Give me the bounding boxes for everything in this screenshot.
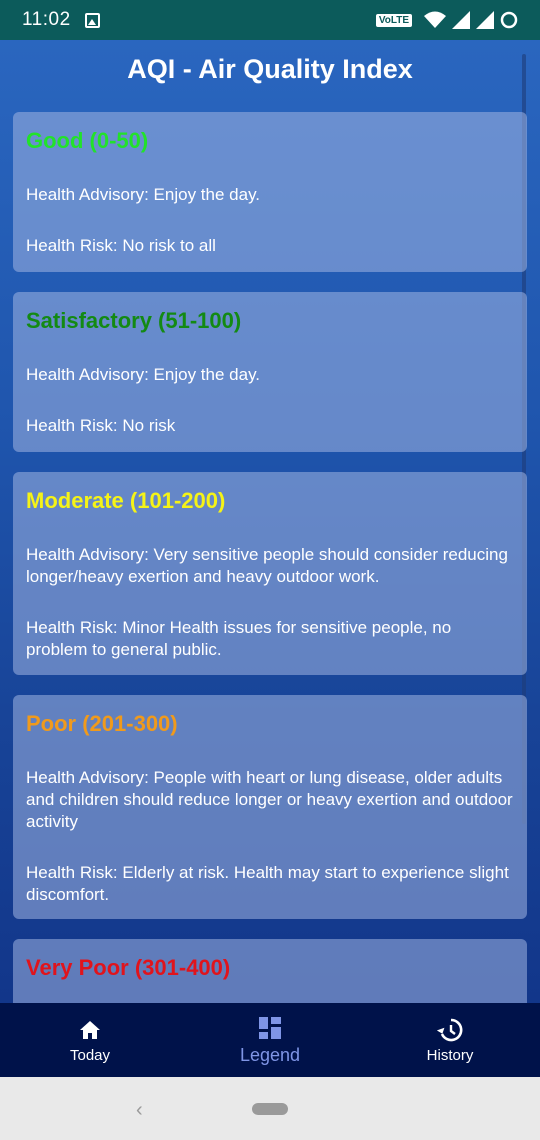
health-risk: Health Risk: Minor Health issues for sen… [26, 618, 452, 659]
status-time: 11:02 [22, 9, 71, 30]
history-icon [437, 1017, 463, 1043]
aqi-card-good: Good (0-50) Health Advisory: Enjoy the d… [13, 112, 527, 272]
signal-icon [452, 11, 470, 29]
aqi-card-satisfactory: Satisfactory (51-100) Health Advisory: E… [13, 292, 527, 452]
nav-item-history[interactable]: History [360, 1003, 540, 1077]
nav-item-today[interactable]: Today [0, 1003, 180, 1077]
card-title: Satisfactory (51-100) [26, 308, 242, 333]
status-icons: VoLTE [375, 11, 518, 29]
wifi-icon [424, 11, 446, 28]
card-title: Very Poor (301-400) [26, 955, 231, 980]
nav-item-legend[interactable]: Legend [180, 1003, 360, 1077]
nav-label-history: History [426, 1046, 474, 1064]
health-advisory: Health Advisory: Enjoy the day. [26, 365, 261, 384]
health-risk: Health Risk: Elderly at risk. Health may… [26, 863, 509, 904]
status-bar: 11:02 VoLTE [0, 0, 540, 40]
health-advisory: Health Advisory: People with heart or lu… [26, 768, 513, 831]
home-pill-icon[interactable] [252, 1103, 288, 1115]
bottom-navigation: Today Legend History [0, 1003, 540, 1077]
aqi-card-very-poor: Very Poor (301-400) [13, 939, 527, 1003]
health-advisory: Health Advisory: Very sensitive people s… [26, 545, 508, 586]
image-icon [84, 12, 100, 28]
health-risk: Health Risk: No risk to all [26, 236, 216, 255]
page-title: AQI - Air Quality Index [127, 54, 413, 84]
aqi-card-poor: Poor (201-300) Health Advisory: People w… [13, 695, 527, 919]
nav-label-legend: Legend [239, 1044, 301, 1065]
card-title: Poor (201-300) [26, 711, 178, 736]
back-icon[interactable]: ‹ [136, 1099, 143, 1122]
system-navigation-bar: ‹ [0, 1077, 540, 1140]
card-title: Good (0-50) [26, 128, 149, 153]
home-icon [79, 1017, 101, 1043]
volte-icon: VoLTE [375, 13, 412, 27]
circle-icon [500, 11, 518, 29]
dashboard-icon [259, 1015, 281, 1041]
main-content[interactable]: AQI - Air Quality Index Good (0-50) Heal… [0, 40, 540, 1003]
health-advisory: Health Advisory: Enjoy the day. [26, 185, 261, 204]
card-title: Moderate (101-200) [26, 488, 226, 513]
nav-label-today: Today [69, 1046, 111, 1064]
aqi-card-moderate: Moderate (101-200) Health Advisory: Very… [13, 472, 527, 675]
health-risk: Health Risk: No risk [26, 416, 176, 435]
signal-icon-2 [476, 11, 494, 29]
